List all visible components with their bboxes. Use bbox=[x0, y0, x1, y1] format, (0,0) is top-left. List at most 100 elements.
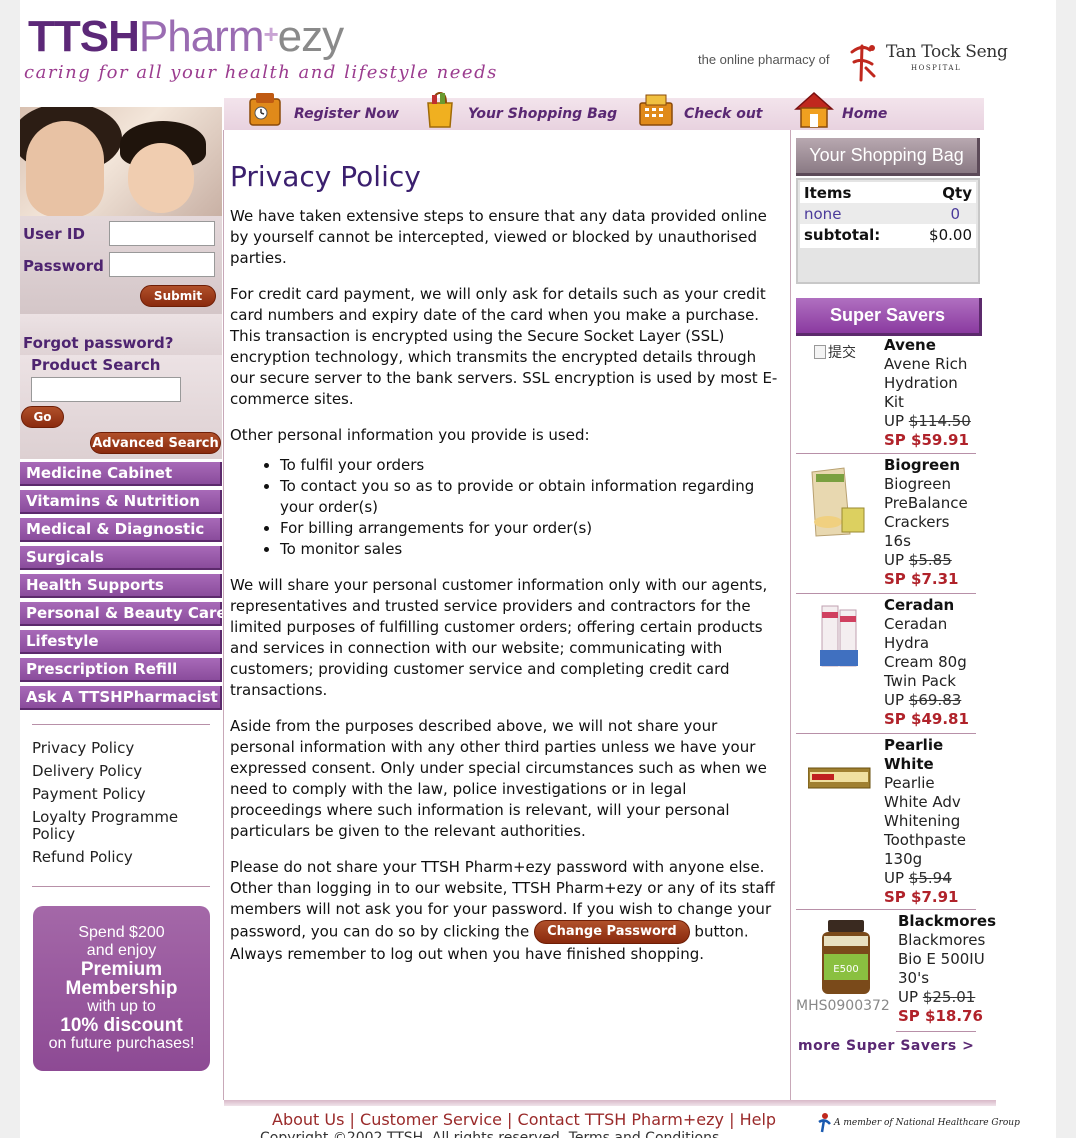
divider bbox=[796, 733, 976, 734]
advanced-search-button[interactable]: Advanced Search bbox=[90, 432, 221, 454]
page-title: Privacy Policy bbox=[230, 160, 421, 193]
product-pearlie-white[interactable]: Pearlie White Pearlie White Adv Whitenin… bbox=[796, 736, 996, 908]
product-brand: Ceradan bbox=[884, 596, 955, 614]
nav-register-now[interactable]: Register Now bbox=[246, 93, 399, 130]
divider bbox=[796, 909, 976, 910]
category-ask-pharmacist[interactable]: Ask A TTSHPharmacist bbox=[20, 686, 222, 710]
go-button[interactable]: Go bbox=[21, 406, 64, 428]
product-brand: Blackmores bbox=[898, 912, 996, 930]
site-logo[interactable]: TTSHPharm+ezy bbox=[28, 12, 344, 62]
list-item: To contact you so as to provide or obtai… bbox=[280, 476, 780, 518]
list-item: To monitor sales bbox=[280, 539, 780, 560]
product-code: MHS0900372 bbox=[796, 998, 890, 1014]
copyright-text: Copyright ©2002 TTSH. All rights reserve… bbox=[260, 1130, 720, 1138]
svg-text:E500: E500 bbox=[833, 964, 858, 975]
product-sp-price: SP $49.81 bbox=[884, 710, 969, 728]
list-item: For billing arrangements for your order(… bbox=[280, 518, 780, 539]
divider bbox=[32, 724, 210, 725]
logo-pharm: Pharm bbox=[138, 12, 265, 61]
product-up-price: UP $5.85 bbox=[884, 551, 952, 569]
divider bbox=[796, 593, 976, 594]
nav-register-label: Register Now bbox=[294, 106, 399, 122]
hospital-name: Tan Tock Seng bbox=[886, 42, 1008, 62]
product-desc: Bio E 500IU bbox=[898, 950, 985, 968]
forgot-password-link[interactable]: Forgot password? bbox=[23, 334, 174, 352]
about-us-link[interactable]: About Us bbox=[272, 1110, 344, 1129]
promo-line5: with up to bbox=[87, 998, 156, 1015]
product-search-title: Product Search bbox=[31, 356, 161, 374]
change-password-button[interactable]: Change Password bbox=[534, 920, 690, 944]
paragraph: We have taken extensive steps to ensure … bbox=[230, 207, 767, 267]
register-icon bbox=[249, 93, 281, 126]
product-desc: Hydration bbox=[884, 374, 958, 392]
shopping-bag-heading[interactable]: Your Shopping Bag bbox=[796, 138, 980, 176]
category-health-supports[interactable]: Health Supports bbox=[20, 574, 222, 598]
promo-line7: on future purchases! bbox=[48, 1035, 195, 1052]
logo-ttsh: TTSH bbox=[28, 12, 140, 61]
page: TTSHPharm+ezy caring for all your health… bbox=[20, 0, 1056, 1138]
privacy-policy-content: Privacy Policy We have taken extensive s… bbox=[230, 160, 780, 980]
category-medicine-cabinet[interactable]: Medicine Cabinet bbox=[20, 462, 222, 486]
more-super-savers-link[interactable]: more Super Savers > bbox=[798, 1038, 974, 1054]
delivery-policy-link[interactable]: Delivery Policy bbox=[32, 763, 212, 780]
category-personal-beauty-care[interactable]: Personal & Beauty Care bbox=[20, 602, 227, 626]
category-prescription-refill[interactable]: Prescription Refill bbox=[20, 658, 222, 682]
policy-links: Privacy Policy Delivery Policy Payment P… bbox=[32, 740, 212, 872]
refund-policy-link[interactable]: Refund Policy bbox=[32, 849, 212, 866]
product-desc: 30's bbox=[898, 969, 930, 987]
biogreen-product-image bbox=[811, 467, 865, 537]
promo-line6: 10% discount bbox=[60, 1015, 183, 1036]
category-menu: Medicine Cabinet Vitamins & Nutrition Me… bbox=[20, 462, 227, 714]
items-header: Items bbox=[804, 183, 852, 202]
promo-banner[interactable]: Spend $200 and enjoy Premium Membership … bbox=[33, 906, 210, 1071]
loyalty-policy-link[interactable]: Loyalty Programme Policy bbox=[32, 809, 212, 843]
product-avene[interactable]: 提交 Avene Avene Rich Hydration Kit UP $11… bbox=[796, 336, 996, 454]
hospital-sub: HOSPITAL bbox=[911, 64, 962, 72]
column-separator bbox=[223, 130, 224, 1100]
product-desc: Blackmores bbox=[898, 931, 986, 949]
category-medical-diagnostic[interactable]: Medical & Diagnostic bbox=[20, 518, 222, 542]
help-link[interactable]: Help bbox=[740, 1110, 776, 1129]
user-id-input[interactable] bbox=[109, 221, 215, 246]
login-box: User ID Password Submit bbox=[20, 216, 222, 314]
nhg-text: A member of National Healthcare Group bbox=[834, 1118, 1020, 1128]
customer-service-link[interactable]: Customer Service bbox=[360, 1110, 502, 1129]
product-desc: Crackers bbox=[884, 513, 950, 531]
product-text: Biogreen Biogreen PreBalance Crackers 16… bbox=[884, 456, 968, 589]
payment-policy-link[interactable]: Payment Policy bbox=[32, 786, 212, 803]
category-surgicals[interactable]: Surgicals bbox=[20, 546, 222, 570]
item-value: none bbox=[804, 204, 842, 223]
category-vitamins-nutrition[interactable]: Vitamins & Nutrition bbox=[20, 490, 222, 514]
nhg-badge: A member of National Healthcare Group bbox=[816, 1112, 1020, 1134]
online-pharmacy-text: the online pharmacy of bbox=[698, 52, 830, 67]
password-label: Password bbox=[23, 257, 104, 275]
product-desc: White Adv bbox=[884, 793, 961, 811]
nav-check-out[interactable]: Check out bbox=[636, 94, 763, 130]
nav-shopping-bag[interactable]: Your Shopping Bag bbox=[420, 91, 617, 130]
product-brand: Pearlie bbox=[884, 736, 944, 754]
product-desc: PreBalance bbox=[884, 494, 968, 512]
footer-links: About Us | Customer Service | Contact TT… bbox=[272, 1110, 776, 1129]
contact-link[interactable]: Contact TTSH Pharm+ezy bbox=[518, 1110, 724, 1129]
product-brand: White bbox=[884, 755, 934, 773]
submit-button[interactable]: Submit bbox=[140, 285, 216, 307]
product-up-price: UP $69.83 bbox=[884, 691, 962, 709]
product-text: Avene Avene Rich Hydration Kit UP $114.5… bbox=[884, 336, 971, 450]
product-search-input[interactable] bbox=[31, 377, 181, 402]
nav-home[interactable]: Home bbox=[794, 91, 888, 130]
product-ceradan[interactable]: Ceradan Ceradan Hydra Cream 80g Twin Pac… bbox=[796, 596, 996, 734]
shopping-bag-box: Items Qty none 0 subtotal: $0.00 bbox=[796, 178, 980, 284]
privacy-policy-link[interactable]: Privacy Policy bbox=[32, 740, 212, 757]
pearlie-white-product-image bbox=[808, 767, 871, 789]
password-input[interactable] bbox=[109, 252, 215, 277]
separator: | bbox=[349, 1110, 355, 1129]
product-biogreen[interactable]: Biogreen Biogreen PreBalance Crackers 16… bbox=[796, 456, 996, 594]
usage-list: To fulfil your orders To contact you so … bbox=[280, 455, 780, 560]
product-text: Ceradan Ceradan Hydra Cream 80g Twin Pac… bbox=[884, 596, 969, 729]
product-desc: Whitening bbox=[884, 812, 961, 830]
category-lifestyle[interactable]: Lifestyle bbox=[20, 630, 222, 654]
promo-line3: Premium bbox=[80, 959, 163, 980]
nhg-logo-icon bbox=[818, 1113, 831, 1133]
product-blackmores[interactable]: E500 MHS0900372 Blackmores Blackmores Bi… bbox=[796, 912, 1026, 1030]
nav-home-label: Home bbox=[842, 106, 888, 122]
